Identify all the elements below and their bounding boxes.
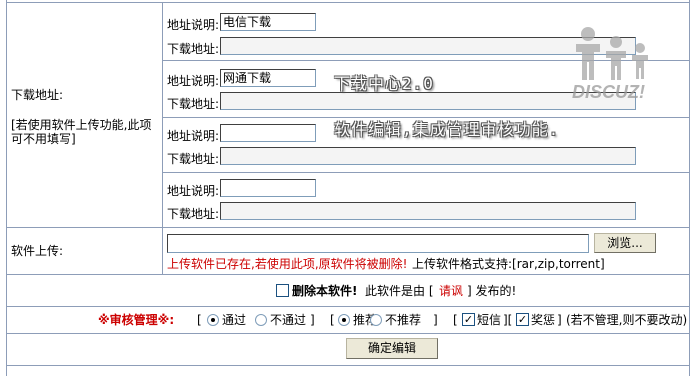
logo-text: DISCUZ! [572,82,645,102]
reject-radio[interactable] [255,314,267,326]
row-divider [6,227,690,228]
address-desc-input-1[interactable]: 电信下载 [220,13,316,31]
delete-text-post: ] 发布的! [467,284,517,298]
overlay-subtitle: 软件编辑,集成管理审核功能. [334,120,560,139]
approve-radio[interactable] [207,314,219,326]
sms-label: 短信 [477,313,502,327]
people-icon: DISCUZ! [572,27,648,102]
review-note: (若不管理,则不要改动) [566,313,688,327]
address-url-label: 下载地址: [167,152,220,166]
upload-file-input[interactable] [167,234,589,253]
bracket: ] [557,313,562,327]
row-divider [162,172,690,173]
address-desc-label: 地址说明: [167,18,220,32]
address-desc-label: 地址说明: [167,184,220,198]
address-url-input-4[interactable] [220,202,636,220]
bracket: [ [197,313,202,327]
reward-label: 奖惩 [531,313,556,327]
row-divider [6,333,690,334]
bracket: [ [453,313,458,327]
discuz-logo: DISCUZ! [568,22,680,102]
recommend-radio[interactable] [338,314,350,326]
download-hint: [若使用软件上传功能,此项可不用填写] [11,118,152,146]
download-label: 下载地址: [11,88,64,102]
reward-checkbox[interactable]: ✓ [516,313,529,326]
no-recommend-radio[interactable] [370,314,382,326]
address-url-label: 下载地址: [167,42,220,56]
address-desc-input-3[interactable] [220,124,316,142]
address-url-label: 下载地址: [167,97,220,111]
uploader-link[interactable]: 请讽 [439,284,463,298]
no-recommend-label: 不推荐 [385,313,422,327]
browse-button[interactable]: 浏览... [594,233,656,253]
address-desc-label: 地址说明: [167,74,220,88]
bracket: [ [330,313,335,327]
upload-label: 软件上传: [11,244,64,258]
row-divider [6,274,690,275]
overlay-title: 下载中心2.0 [334,74,434,93]
upload-formats: 上传软件格式支持:[rar,zip,torrent] [412,257,605,271]
bracket: ] [433,313,438,327]
reject-label: 不通过 [270,313,307,327]
row-divider [6,306,690,307]
column-divider [162,2,163,274]
bracket: ] [310,313,315,327]
row-divider [6,2,690,3]
delete-checkbox[interactable] [276,284,289,297]
address-desc-input-2[interactable]: 网通下载 [220,69,316,87]
delete-label: 删除本软件! [292,284,358,298]
bracket: ][ [503,313,513,327]
delete-text-pre: 此软件是由 [ [365,284,434,298]
sms-checkbox[interactable]: ✓ [462,313,475,326]
upload-warning: 上传软件已存在,若使用此项,原软件将被删除! [167,257,408,271]
submit-button[interactable]: 确定编辑 [346,338,438,359]
address-desc-input-4[interactable] [220,179,316,197]
row-divider [6,365,690,366]
address-url-label: 下载地址: [167,207,220,221]
address-url-input-3[interactable] [220,147,636,165]
address-desc-label: 地址说明: [167,129,220,143]
review-label: ※审核管理※: [98,313,175,327]
approve-label: 通过 [222,313,247,327]
